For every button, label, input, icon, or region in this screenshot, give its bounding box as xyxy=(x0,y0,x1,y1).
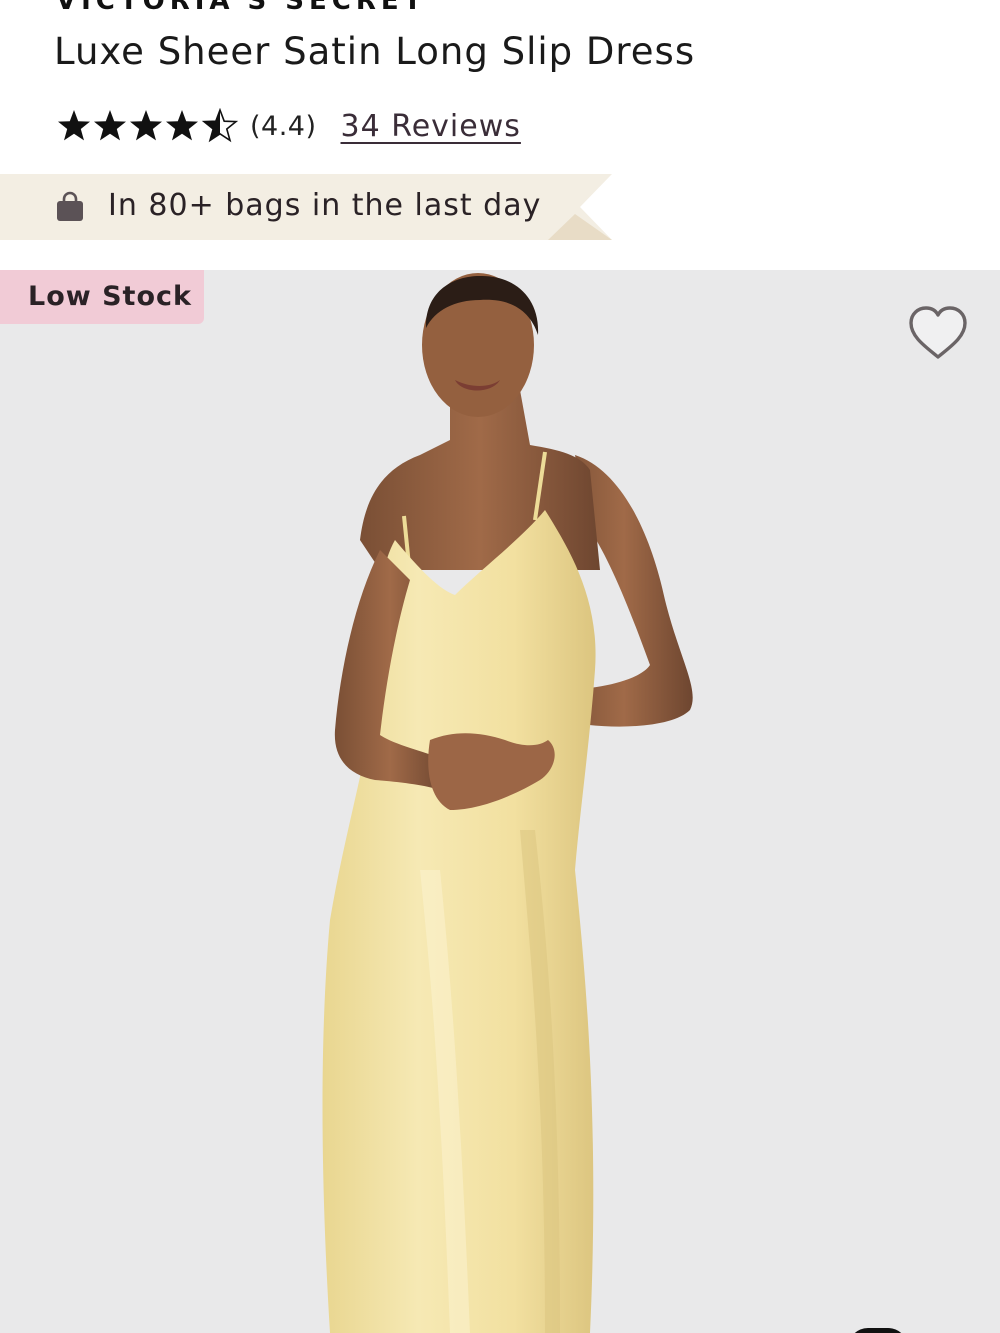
reviews-link[interactable]: 34 Reviews xyxy=(341,109,521,144)
social-proof-banner: In 80+ bags in the last day xyxy=(0,174,612,240)
rating-row: (4.4) 34 Reviews xyxy=(56,104,521,148)
star-rating[interactable] xyxy=(56,108,238,144)
product-title: Luxe Sheer Satin Long Slip Dress xyxy=(54,30,696,73)
rating-value: (4.4) xyxy=(250,110,317,142)
model-photo xyxy=(322,273,693,1333)
brand-name: VICTORIA'S SECRET xyxy=(56,0,427,16)
social-proof-text: In 80+ bags in the last day xyxy=(108,188,542,223)
stars-icon xyxy=(58,109,237,142)
product-image[interactable]: Low Stock xyxy=(0,270,1000,1333)
low-stock-badge: Low Stock xyxy=(0,270,204,324)
shopping-bag-icon xyxy=(57,191,83,221)
heart-outline-icon[interactable] xyxy=(906,304,970,362)
